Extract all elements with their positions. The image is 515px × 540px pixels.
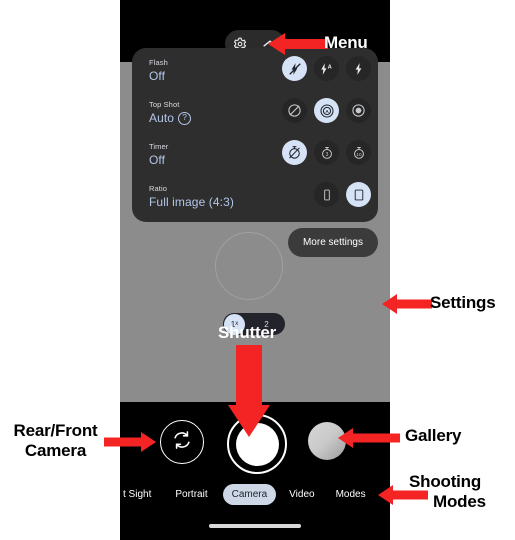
row-label: Top Shot: [149, 100, 180, 109]
annotation-gallery: Gallery: [405, 426, 462, 445]
row-value: Off: [149, 69, 166, 83]
mode-camera[interactable]: Camera: [222, 483, 277, 505]
row-value: Auto ?: [149, 111, 192, 125]
row-label: Flash: [149, 58, 168, 67]
svg-text:3: 3: [325, 151, 328, 157]
mode-video[interactable]: Video: [280, 484, 323, 505]
quick-settings-panel: Flash Off A Top Shot Auto ? A Timer Off …: [132, 48, 378, 222]
more-settings-button[interactable]: More settings: [287, 228, 378, 257]
annotation-settings: Settings: [430, 293, 496, 312]
mode-portrait[interactable]: Portrait: [166, 484, 216, 505]
shooting-modes-bar: t Sight Portrait Camera Video Modes: [120, 480, 390, 508]
rear-front-camera-arrow: [104, 432, 156, 452]
top-shot-auto-icon[interactable]: A: [314, 98, 339, 123]
settings-row-timer[interactable]: Timer Off 3 10: [132, 136, 378, 178]
timer-3s-icon[interactable]: 3: [314, 140, 339, 165]
timer-off-icon[interactable]: [282, 140, 307, 165]
row-value: Off: [149, 153, 166, 167]
row-label: Timer: [149, 142, 169, 151]
mode-modes[interactable]: Modes: [327, 484, 375, 505]
top-shot-options: A: [282, 98, 371, 123]
gallery-arrow: [338, 428, 400, 448]
menu-arrow: [268, 33, 328, 55]
svg-text:10: 10: [356, 151, 362, 156]
help-icon[interactable]: ?: [178, 111, 192, 125]
flash-on-icon[interactable]: [346, 56, 371, 81]
annotation-menu: Menu: [324, 33, 368, 52]
settings-row-ratio[interactable]: Ratio Full image (4:3): [132, 178, 378, 220]
annotation-shutter: Shutter: [218, 323, 277, 342]
settings-row-flash[interactable]: Flash Off A: [132, 52, 378, 94]
settings-arrow: [382, 294, 432, 314]
top-shot-off-icon[interactable]: [282, 98, 307, 123]
phone-screen: Flash Off A Top Shot Auto ? A Timer Off …: [120, 0, 390, 540]
ratio-16-9-icon[interactable]: [314, 182, 339, 207]
ratio-4-3-icon[interactable]: [346, 182, 371, 207]
annotation-shooting-modes: Shooting Modes: [409, 472, 486, 511]
camera-flip-icon: [171, 429, 193, 456]
shutter-arrow: [228, 345, 270, 437]
settings-row-top-shot[interactable]: Top Shot Auto ? A: [132, 94, 378, 136]
mode-night-sight[interactable]: t Sight: [120, 484, 160, 505]
timer-options: 3 10: [282, 140, 371, 165]
flash-options: A: [282, 56, 371, 81]
flash-off-icon[interactable]: [282, 56, 307, 81]
annotation-rear-front-camera: Rear/Front Camera: [13, 421, 98, 460]
timer-10s-icon[interactable]: 10: [346, 140, 371, 165]
ratio-options: [314, 182, 371, 207]
top-shot-on-icon[interactable]: [346, 98, 371, 123]
home-indicator[interactable]: [209, 524, 301, 528]
focus-ring: [215, 232, 283, 300]
svg-text:A: A: [328, 64, 332, 70]
flash-auto-icon[interactable]: A: [314, 56, 339, 81]
row-label: Ratio: [149, 184, 168, 193]
row-value: Full image (4:3): [149, 195, 234, 209]
camera-flip-button[interactable]: [160, 420, 204, 464]
svg-text:A: A: [325, 109, 329, 114]
